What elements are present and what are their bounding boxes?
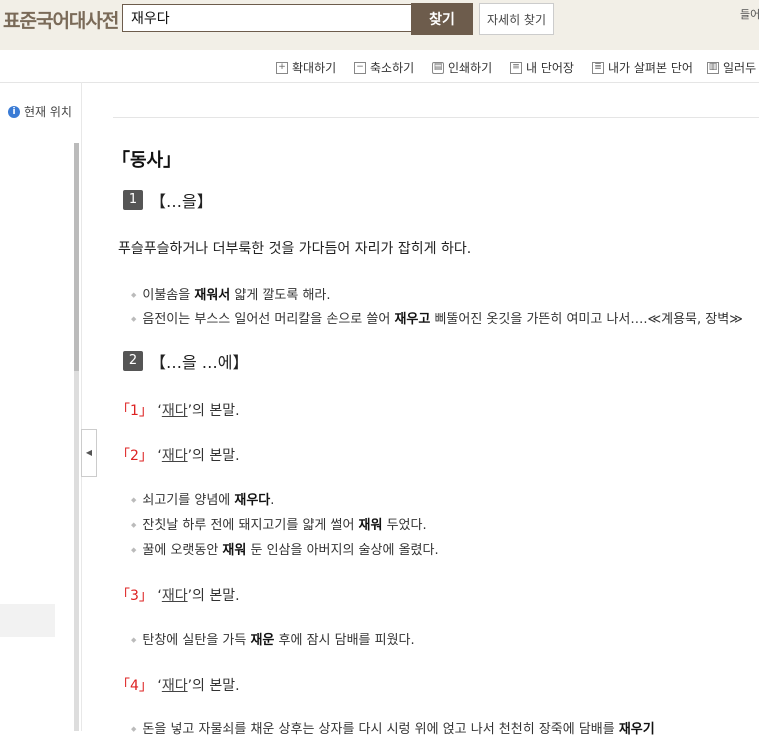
viewed-words-button[interactable]: ≣ 내가 살펴본 단어 xyxy=(592,59,693,76)
header: 표준국어대사전 찾기 자세히 찾기 들어 xyxy=(0,0,759,50)
example-sentence: 쇠고기를 양념에 재우다. xyxy=(131,489,274,508)
info-icon: i xyxy=(8,105,20,118)
subsense-definition: 「1」 ‘재다’의 본말. xyxy=(116,403,240,419)
guide-button[interactable]: ▥ 일러두 xyxy=(707,59,756,76)
printer-icon: ▤ xyxy=(432,61,444,74)
plus-icon: + xyxy=(276,61,288,74)
sidebar-scrollbar-thumb[interactable] xyxy=(74,143,79,371)
my-words-label: 내 단어장 xyxy=(526,61,574,75)
subsense-number: 「4」 xyxy=(116,678,153,694)
subsense-definition: 「2」 ‘재다’의 본말. xyxy=(116,448,240,464)
current-location[interactable]: i 현재 위치 xyxy=(8,103,72,120)
example-sentence: 돈을 넣고 자물쇠를 채운 상후는 상자를 다시 시렁 위에 얹고 나서 천천히… xyxy=(131,718,654,737)
document-icon: ≣ xyxy=(592,61,604,74)
collapse-sidebar-button[interactable]: ◀ xyxy=(81,429,97,477)
subsense-definition: 「4」 ‘재다’의 본말. xyxy=(116,678,240,694)
book-icon: ▥ xyxy=(707,61,719,74)
reference-link[interactable]: 재다 xyxy=(162,588,188,604)
viewed-words-label: 내가 살펴본 단어 xyxy=(608,61,693,75)
zoom-out-button[interactable]: − 축소하기 xyxy=(354,59,414,76)
sense-number: 2 xyxy=(123,351,143,371)
chevron-left-icon: ◀ xyxy=(85,448,93,457)
my-words-button[interactable]: ≡ 내 단어장 xyxy=(510,59,574,76)
print-button[interactable]: ▤ 인쇄하기 xyxy=(432,59,492,76)
reference-link[interactable]: 재다 xyxy=(162,403,188,419)
example-sentence: 음전이는 부스스 일어선 머리칼을 손으로 쓸어 재우고 삐뚤어진 옷깃을 가뜬… xyxy=(131,308,742,327)
subsense-number: 「2」 xyxy=(116,448,153,464)
example-sentence: 탄창에 실탄을 가득 재운 후에 잠시 담배를 피웠다. xyxy=(131,629,414,648)
example-sentence: 잔칫날 하루 전에 돼지고기를 얇게 썰어 재워 두었다. xyxy=(131,514,426,533)
notebook-icon: ≡ xyxy=(510,61,522,74)
zoom-in-button[interactable]: + 확대하기 xyxy=(276,59,336,76)
zoom-out-label: 축소하기 xyxy=(370,61,415,75)
subsense-definition: 「3」 ‘재다’의 본말. xyxy=(116,588,240,604)
sense-pattern: 【…을】 xyxy=(150,192,213,211)
content-divider xyxy=(113,117,759,118)
example-sentence: 꿀에 오랫동안 재워 둔 인삼을 아버지의 술상에 올렸다. xyxy=(131,539,438,558)
search-input[interactable] xyxy=(122,4,412,32)
sidebar-divider xyxy=(81,82,82,731)
sense-definition: 푸슬푸슬하거나 더부룩한 것을 가다듬어 자리가 잡히게 하다. xyxy=(118,241,472,257)
sense-number: 1 xyxy=(123,190,143,210)
site-logo[interactable]: 표준국어대사전 xyxy=(3,6,119,33)
sidebar-selected-item[interactable] xyxy=(0,604,55,637)
toolbar: + 확대하기 − 축소하기 ▤ 인쇄하기 ≡ 내 단어장 ≣ 내가 살펴본 단어 ▥ 일러두 xyxy=(0,50,759,83)
reference-link[interactable]: 재다 xyxy=(162,678,188,694)
current-location-label: 현재 위치 xyxy=(24,105,72,119)
print-label: 인쇄하기 xyxy=(448,61,493,75)
detail-search-button[interactable]: 자세히 찾기 xyxy=(479,3,554,35)
reference-link[interactable]: 재다 xyxy=(162,448,188,464)
login-link[interactable]: 들어 xyxy=(740,6,759,22)
example-sentence: 이불솜을 재워서 얇게 깔도록 해라. xyxy=(131,284,330,303)
search-button[interactable]: 찾기 xyxy=(411,3,473,35)
part-of-speech: 「동사」 xyxy=(112,150,182,171)
minus-icon: − xyxy=(354,61,366,74)
subsense-number: 「3」 xyxy=(116,588,153,604)
sense-pattern: 【…을 …에】 xyxy=(150,353,249,372)
zoom-in-label: 확대하기 xyxy=(292,61,337,75)
subsense-number: 「1」 xyxy=(116,403,153,419)
guide-label: 일러두 xyxy=(723,61,757,75)
